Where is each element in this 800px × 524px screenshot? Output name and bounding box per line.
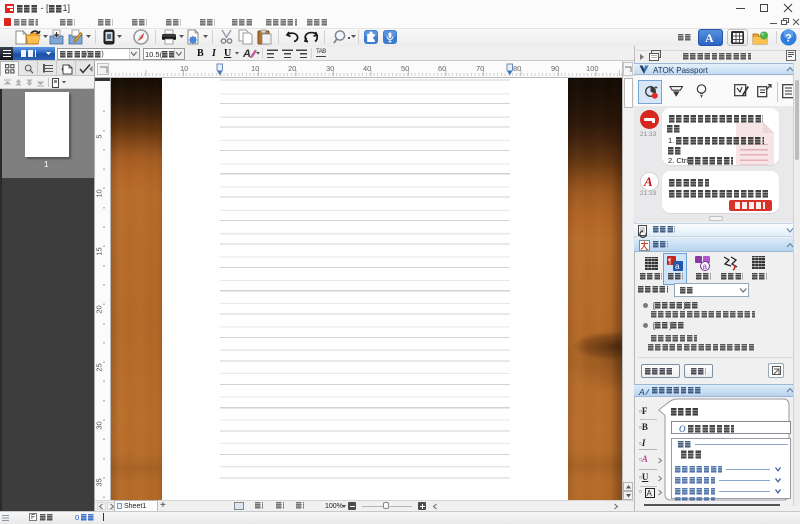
svg-text:¶: ¶ [668, 259, 672, 266]
svg-text:A: A [638, 387, 645, 397]
svg-text:?: ? [785, 33, 792, 45]
svg-text:a: a [703, 262, 708, 271]
svg-text:A: A [242, 48, 251, 60]
svg-text:a: a [675, 262, 680, 271]
